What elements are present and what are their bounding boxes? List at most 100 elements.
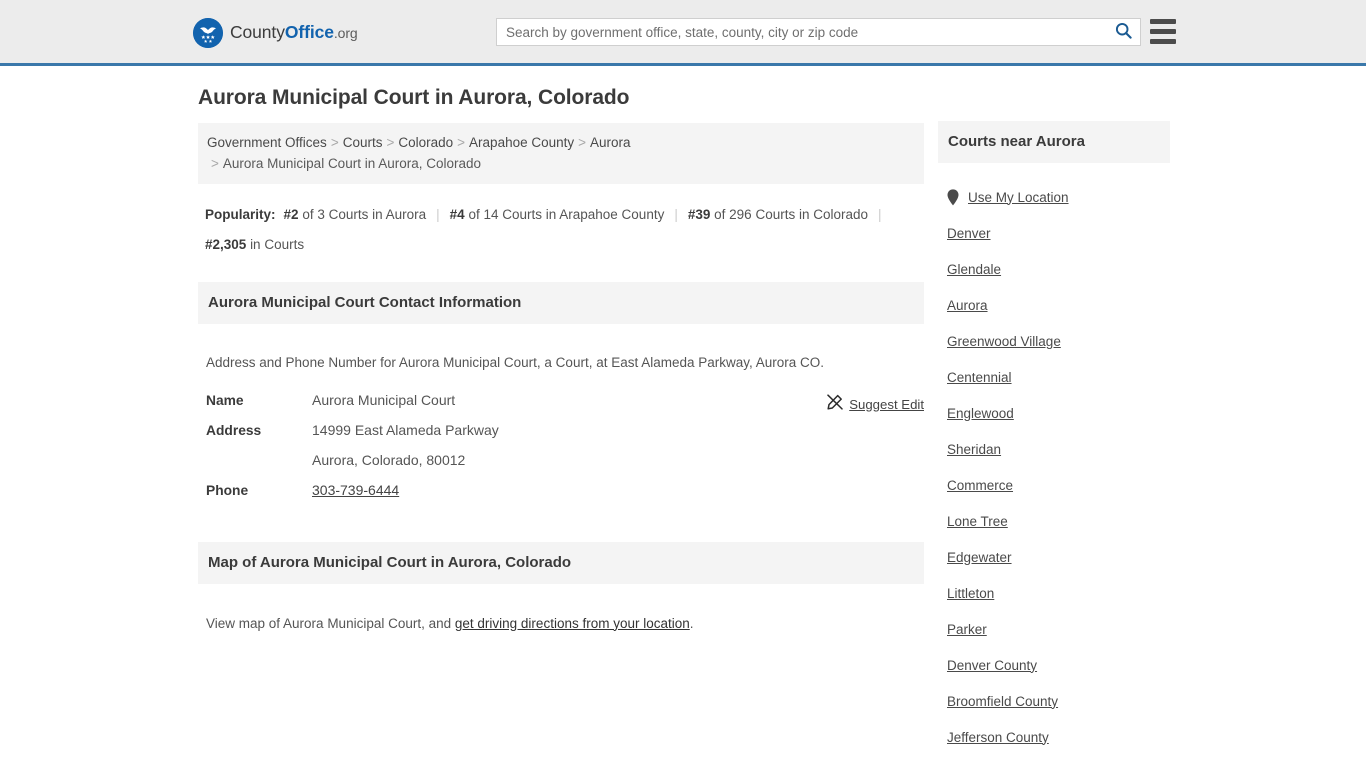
hamburger-bar-1	[1150, 19, 1176, 24]
list-item[interactable]: Broomfield County	[938, 683, 1170, 719]
suggest-edit-label: Suggest Edit	[849, 397, 924, 412]
contact-section-heading: Aurora Municipal Court Contact Informati…	[198, 282, 924, 324]
hamburger-menu-button[interactable]	[1150, 19, 1176, 44]
logo-text-org: .org	[333, 25, 358, 42]
hamburger-bar-2	[1150, 29, 1176, 34]
sidebar-link-denver[interactable]: Denver	[947, 226, 991, 241]
popularity-divider: |	[878, 207, 882, 222]
popularity-item-colorado: #39 of 296 Courts in Colorado	[688, 207, 868, 222]
search-icon	[1115, 22, 1132, 42]
sidebar-link-parker[interactable]: Parker	[947, 622, 987, 637]
list-item[interactable]: Lone Tree	[938, 503, 1170, 539]
suggest-edit-button[interactable]: Suggest Edit	[827, 394, 924, 415]
list-item[interactable]: Commerce	[938, 467, 1170, 503]
list-item[interactable]: Jefferson County	[938, 719, 1170, 755]
popularity-text: of 3 Courts in Aurora	[302, 207, 427, 222]
breadcrumb-separator: >	[457, 135, 466, 150]
breadcrumb-item-government-offices[interactable]: Government Offices	[207, 135, 327, 150]
search-bar[interactable]	[496, 18, 1141, 46]
sidebar-link-glendale[interactable]: Glendale	[947, 262, 1001, 277]
list-item[interactable]: Littleton	[938, 575, 1170, 611]
map-section-intro: View map of Aurora Municipal Court, and …	[198, 598, 924, 634]
list-item[interactable]: Greenwood Village	[938, 323, 1170, 359]
contact-section-intro: Address and Phone Number for Aurora Muni…	[206, 354, 825, 370]
breadcrumb-current: Aurora Municipal Court in Aurora, Colora…	[222, 156, 482, 171]
list-item[interactable]: Arapahoe County	[938, 755, 1170, 768]
contact-value-street: 14999 East Alameda Parkway	[312, 422, 499, 438]
header-inner: CountyOffice.org	[0, 0, 1366, 63]
popularity-text: in Courts	[250, 237, 305, 252]
list-item[interactable]: Englewood	[938, 395, 1170, 431]
sidebar-link-jefferson-county[interactable]: Jefferson County	[947, 730, 1049, 745]
contact-label-phone: Phone	[206, 483, 249, 498]
sidebar-link-aurora[interactable]: Aurora	[947, 298, 988, 313]
search-button[interactable]	[1106, 19, 1140, 45]
site-logo-text: CountyOffice.org	[230, 24, 358, 42]
sidebar-link-sheridan[interactable]: Sheridan	[947, 442, 1001, 457]
popularity-text: of 296 Courts in Colorado	[714, 207, 868, 222]
sidebar-link-denver-county[interactable]: Denver County	[947, 658, 1037, 673]
list-item[interactable]: Glendale	[938, 251, 1170, 287]
driving-directions-link[interactable]: get driving directions from your locatio…	[455, 616, 690, 631]
popularity-rank: #4	[449, 207, 465, 222]
contact-label-name: Name	[206, 393, 244, 408]
breadcrumb-separator: >	[386, 135, 395, 150]
breadcrumb-separator: >	[211, 156, 219, 171]
contact-row-address-city: Aurora, Colorado, 80012	[206, 452, 916, 482]
contact-row-name: Name Aurora Municipal Court	[206, 392, 916, 422]
phone-number-link[interactable]: 303-739-6444	[312, 482, 399, 498]
contact-details-table: Suggest Edit Name Aurora Municipal Court…	[198, 392, 924, 512]
popularity-label: Popularity:	[205, 207, 276, 222]
contact-row-address: Address 14999 East Alameda Parkway	[206, 422, 916, 452]
contact-value-city-state-zip: Aurora, Colorado, 80012	[312, 452, 466, 468]
breadcrumb-item-aurora[interactable]: Aurora	[590, 135, 631, 150]
list-item[interactable]: Centennial	[938, 359, 1170, 395]
popularity-rank: #2,305	[205, 237, 247, 252]
popularity-item-courts: #2,305 in Courts	[205, 237, 304, 252]
logo-text-office: Office	[284, 22, 334, 43]
breadcrumb-separator: >	[330, 135, 339, 150]
popularity-item-aurora: #2 of 3 Courts in Aurora	[284, 207, 427, 222]
map-intro-text-before: View map of Aurora Municipal Court, and	[206, 615, 455, 631]
sidebar-link-lone-tree[interactable]: Lone Tree	[947, 514, 1008, 529]
breadcrumb-item-colorado[interactable]: Colorado	[398, 135, 453, 150]
popularity-rank: #2	[283, 207, 299, 222]
breadcrumb-item-arapahoe-county[interactable]: Arapahoe County	[469, 135, 574, 150]
list-item[interactable]: Parker	[938, 611, 1170, 647]
logo-text-county: County	[230, 22, 285, 43]
sidebar-heading: Courts near Aurora	[938, 121, 1170, 163]
sidebar-nearby-list: Use My Location Denver Glendale Aurora G…	[938, 163, 1170, 768]
list-item[interactable]: Denver County	[938, 647, 1170, 683]
list-item[interactable]: Sheridan	[938, 431, 1170, 467]
site-header: CountyOffice.org	[0, 0, 1366, 66]
contact-value-name: Aurora Municipal Court	[312, 392, 456, 408]
popularity-item-arapahoe-county: #4 of 14 Courts in Arapahoe County	[450, 207, 665, 222]
map-intro-text-after: .	[689, 615, 694, 631]
location-pin-icon	[947, 188, 959, 206]
sidebar-link-englewood[interactable]: Englewood	[947, 406, 1014, 421]
sidebar-link-broomfield-county[interactable]: Broomfield County	[947, 694, 1058, 709]
contact-information-section: Aurora Municipal Court Contact Informati…	[198, 282, 924, 512]
countyoffice-eagle-logo-icon	[193, 18, 223, 48]
use-my-location-link[interactable]: Use My Location	[968, 190, 1069, 205]
breadcrumb: Government Offices > Courts > Colorado > Arapa…	[198, 123, 924, 184]
sidebar-link-commerce[interactable]: Commerce	[947, 478, 1013, 493]
site-logo-link[interactable]: CountyOffice.org	[193, 18, 358, 48]
popularity-text: of 14 Courts in Arapahoe County	[468, 207, 665, 222]
contact-row-phone: Phone 303-739-6444	[206, 482, 916, 512]
sidebar-link-edgewater[interactable]: Edgewater	[947, 550, 1012, 565]
list-item[interactable]: Aurora	[938, 287, 1170, 323]
popularity-divider: |	[436, 207, 440, 222]
popularity-bar: Popularity: #2 of 3 Courts in Aurora | #4 o…	[198, 200, 924, 260]
edit-pencil-icon	[827, 394, 843, 415]
sidebar-link-greenwood-village[interactable]: Greenwood Village	[947, 334, 1061, 349]
list-item[interactable]: Edgewater	[938, 539, 1170, 575]
list-item[interactable]: Denver	[938, 215, 1170, 251]
list-item-use-my-location[interactable]: Use My Location	[938, 179, 1170, 215]
sidebar-link-centennial[interactable]: Centennial	[947, 370, 1012, 385]
main-content: Aurora Municipal Court in Aurora, Colora…	[198, 85, 924, 647]
breadcrumb-item-courts[interactable]: Courts	[343, 135, 383, 150]
sidebar-link-littleton[interactable]: Littleton	[947, 586, 994, 601]
hamburger-bar-3	[1150, 39, 1176, 44]
search-input[interactable]	[497, 19, 1106, 45]
